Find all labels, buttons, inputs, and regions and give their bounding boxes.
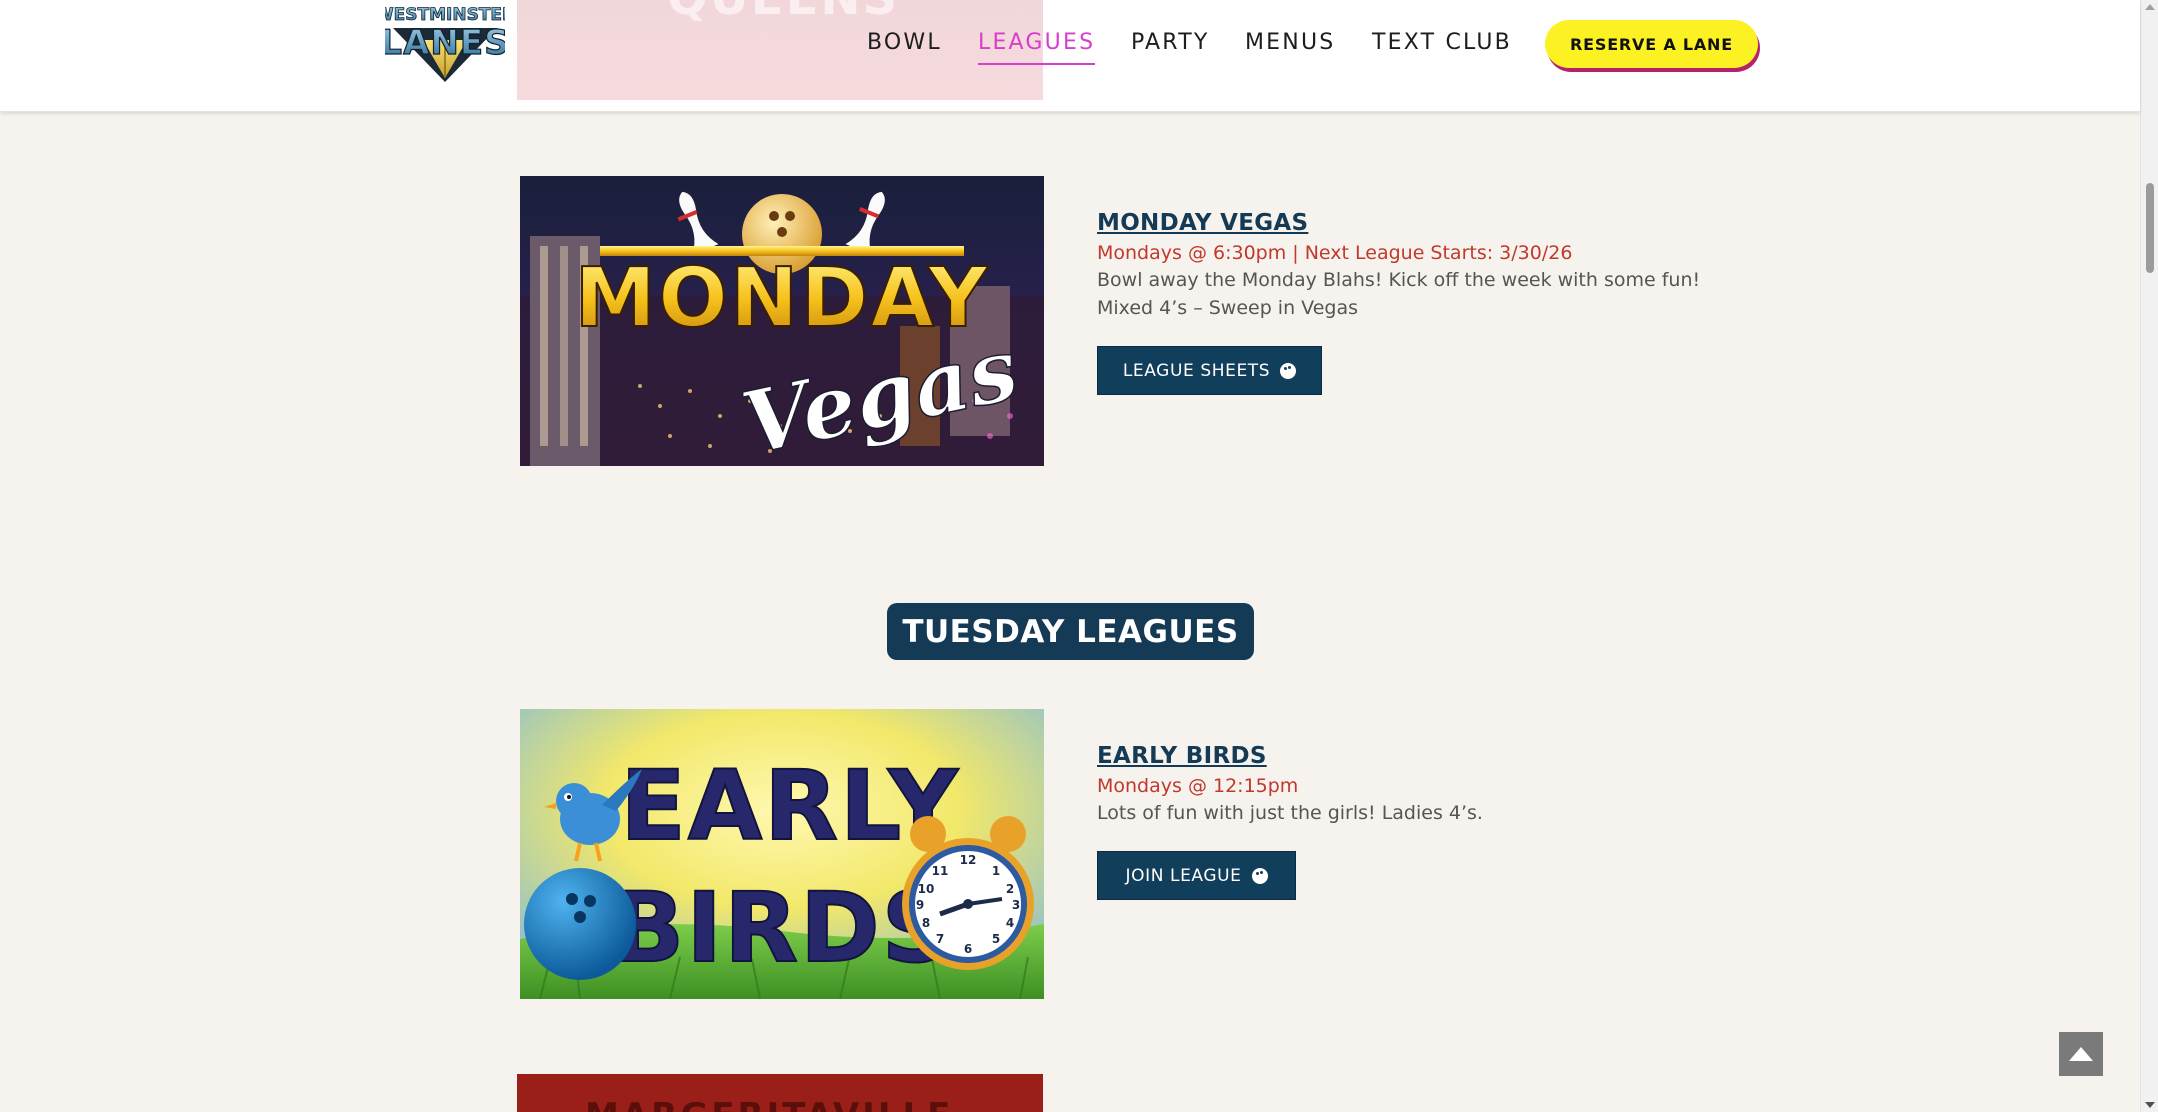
- monday-vegas-title[interactable]: MONDAY VEGAS: [1097, 210, 1308, 236]
- clock-numeral-9: 9: [916, 898, 924, 912]
- early-birds-image[interactable]: EARLY BIRDS 12 1 2 3 4 5 6 7 8 9 10 11: [520, 709, 1044, 999]
- early-birds-image-text-top: EARLY: [620, 750, 960, 862]
- nav-party[interactable]: PARTY: [1131, 30, 1209, 55]
- next-league-image-text: MARGERITAVILLE: [585, 1096, 953, 1112]
- tuesday-leagues-heading: TUESDAY LEAGUES: [887, 603, 1254, 660]
- monday-vegas-description: Bowl away the Monday Blahs! Kick off the…: [1097, 269, 1701, 319]
- league-sheets-button[interactable]: LEAGUE SHEETS: [1097, 346, 1322, 395]
- scrollbar-thumb[interactable]: [2146, 183, 2154, 273]
- previous-league-image-text: QUEENS: [667, 0, 899, 26]
- early-birds-title[interactable]: EARLY BIRDS: [1097, 743, 1267, 769]
- logo-graphic: WESTMINSTER LANES: [374, 5, 516, 82]
- clock-numeral-10: 10: [918, 882, 935, 896]
- clock-numeral-11: 11: [932, 864, 949, 878]
- clock-numeral-12: 12: [960, 853, 977, 867]
- scroll-to-top-button[interactable]: [2059, 1032, 2103, 1076]
- clock-numeral-3: 3: [1012, 898, 1020, 912]
- join-league-button[interactable]: JOIN LEAGUE: [1097, 851, 1296, 900]
- join-league-label: JOIN LEAGUE: [1125, 865, 1242, 886]
- site-header: QUEENS WESTMINSTER LANES BOWL LEAGUES PA…: [0, 0, 2140, 112]
- bowling-ball-icon: [1251, 867, 1268, 884]
- league-sheets-label: LEAGUE SHEETS: [1122, 360, 1271, 381]
- clock-numeral-5: 5: [992, 932, 1000, 946]
- nav-leagues[interactable]: LEAGUES: [978, 30, 1096, 65]
- monday-vegas-image[interactable]: MONDAY Vegas: [520, 176, 1044, 466]
- bowling-ball-icon: [1280, 362, 1297, 379]
- next-league-image[interactable]: MARGERITAVILLE: [517, 1074, 1043, 1112]
- logo-text-top: WESTMINSTER: [385, 5, 505, 25]
- reserve-a-lane-button[interactable]: RESERVE A LANE: [1545, 20, 1758, 68]
- clock-numeral-4: 4: [1006, 916, 1014, 930]
- clock-numeral-2: 2: [1006, 882, 1014, 896]
- scroll-up-arrow-icon[interactable]: [2145, 4, 2155, 10]
- monday-vegas-image-text: MONDAY: [575, 251, 990, 346]
- early-birds-image-text-bottom: BIRDS: [611, 872, 953, 984]
- logo-text-main: LANES: [385, 23, 505, 63]
- scroll-down-arrow-icon[interactable]: [2145, 1102, 2155, 1108]
- nav-text-club[interactable]: TEXT CLUB: [1372, 30, 1512, 55]
- early-birds-schedule: Mondays @ 12:15pm: [1097, 775, 1299, 797]
- monday-vegas-graphic: MONDAY Vegas: [520, 176, 1044, 466]
- clock-numeral-7: 7: [936, 932, 944, 946]
- clock-numeral-1: 1: [992, 864, 1000, 878]
- page-scrollbar[interactable]: [2140, 0, 2158, 1112]
- previous-league-image: QUEENS: [517, 0, 1043, 100]
- site-logo[interactable]: WESTMINSTER LANES: [374, 0, 516, 84]
- early-birds-description: Lots of fun with just the girls! Ladies …: [1097, 802, 1483, 824]
- clock-numeral-6: 6: [964, 942, 972, 956]
- nav-menus[interactable]: MENUS: [1245, 30, 1335, 55]
- arrow-up-icon: [2069, 1047, 2093, 1061]
- nav-bowl[interactable]: BOWL: [867, 30, 942, 55]
- clock-numeral-8: 8: [922, 916, 930, 930]
- monday-vegas-schedule: Mondays @ 6:30pm | Next League Starts: 3…: [1097, 242, 1573, 264]
- early-birds-graphic: EARLY BIRDS 12 1 2 3 4 5 6 7 8 9 10 11: [520, 709, 1044, 999]
